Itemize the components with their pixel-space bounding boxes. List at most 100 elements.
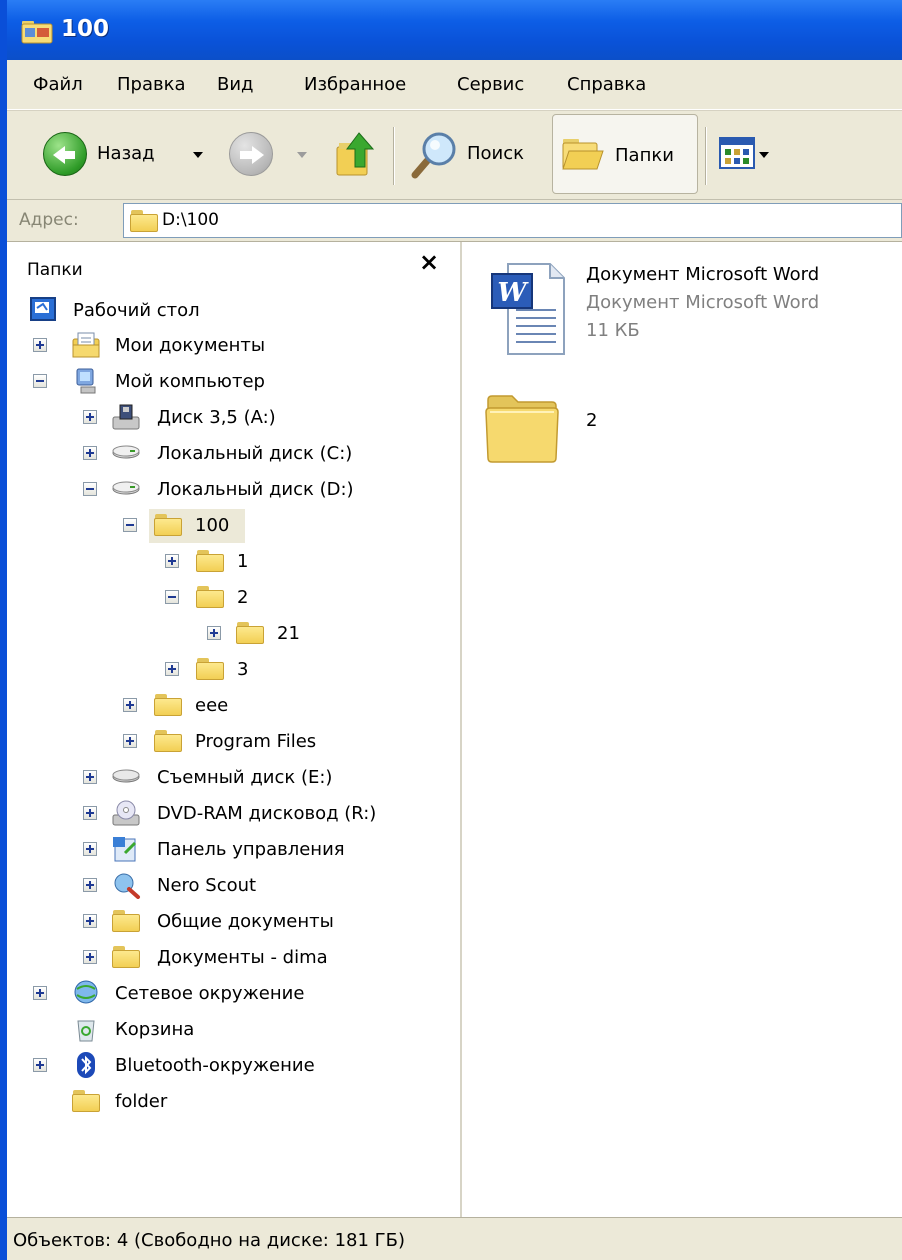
tree-item-label: Документы - dima xyxy=(157,947,328,968)
folder-icon xyxy=(112,946,140,968)
network-icon xyxy=(71,979,101,1007)
tree-item-label: 100 xyxy=(195,515,230,536)
expand-icon[interactable] xyxy=(83,914,97,928)
recycle-bin-icon xyxy=(71,1015,101,1043)
views-dropdown-icon[interactable] xyxy=(759,152,769,158)
file-name: Документ Microsoft Word xyxy=(586,264,820,285)
views-icon xyxy=(719,137,755,169)
tree-item[interactable]: Корзина xyxy=(7,1012,457,1048)
collapse-icon[interactable] xyxy=(33,374,47,388)
status-text: Объектов: 4 (Свободно на диске: 181 ГБ) xyxy=(13,1230,405,1251)
expand-icon[interactable] xyxy=(123,734,137,748)
expand-icon[interactable] xyxy=(83,806,97,820)
folders-icon xyxy=(562,139,604,170)
expand-icon[interactable] xyxy=(83,770,97,784)
expand-icon[interactable] xyxy=(83,842,97,856)
my-documents-icon xyxy=(71,331,101,359)
folder-icon xyxy=(485,395,559,463)
folder-icon xyxy=(154,730,182,752)
folder-icon xyxy=(72,1090,100,1112)
collapse-icon[interactable] xyxy=(83,482,97,496)
back-button-label: Назад xyxy=(97,143,155,164)
tree-item-label: Мои документы xyxy=(115,335,266,356)
explorer-window: 100 Файл Правка Вид Избранное Сервис Спр… xyxy=(0,0,902,1260)
menu-file[interactable]: Файл xyxy=(33,74,83,95)
address-input[interactable]: D:\100 xyxy=(123,203,902,238)
folders-pane: Папки × Рабочий стол Мои документы Мой ком… xyxy=(7,242,462,1217)
tree-item[interactable]: Диск 3,5 (A:) xyxy=(7,400,457,436)
tree-item[interactable]: eee xyxy=(7,688,457,724)
up-folder-icon[interactable] xyxy=(333,129,379,179)
address-value: D:\100 xyxy=(162,210,219,230)
tree-item[interactable]: Панель управления xyxy=(7,832,457,868)
tree-item[interactable]: Рабочий стол xyxy=(7,293,457,329)
file-size: 11 КБ xyxy=(586,320,640,341)
tree-item[interactable]: Съемный диск (E:) xyxy=(7,760,457,796)
tree-item-label: 21 xyxy=(277,623,300,644)
expand-icon[interactable] xyxy=(207,626,221,640)
tree-item[interactable]: Документы - dima xyxy=(7,940,457,976)
expand-icon[interactable] xyxy=(83,446,97,460)
tree-item-label: Съемный диск (E:) xyxy=(157,767,333,788)
folder-icon xyxy=(154,694,182,716)
menu-help[interactable]: Справка xyxy=(567,74,646,95)
my-computer-icon xyxy=(71,367,101,395)
folder-icon xyxy=(196,586,224,608)
tree-item[interactable]: DVD-RAM дисковод (R:) xyxy=(7,796,457,832)
expand-icon[interactable] xyxy=(33,1058,47,1072)
tree-item[interactable]: Nero Scout xyxy=(7,868,457,904)
tree-item[interactable]: folder xyxy=(7,1084,457,1120)
menu-view[interactable]: Вид xyxy=(217,74,254,95)
window-title: 100 xyxy=(61,16,110,42)
tree-item[interactable]: Program Files xyxy=(7,724,457,760)
menu-favorites[interactable]: Избранное xyxy=(304,74,406,95)
expand-icon[interactable] xyxy=(33,986,47,1000)
tree-item[interactable]: Локальный диск (D:) xyxy=(7,472,457,508)
tree-item[interactable]: 1 xyxy=(7,544,457,580)
expand-icon[interactable] xyxy=(83,410,97,424)
tree-item-label: Диск 3,5 (A:) xyxy=(157,407,276,428)
hard-drive-icon xyxy=(111,475,141,503)
tree-item[interactable]: 100 xyxy=(7,508,457,544)
tree-item[interactable]: 21 xyxy=(7,616,457,652)
desktop-icon xyxy=(29,296,59,324)
tree-item-label: folder xyxy=(115,1091,168,1112)
folder-open-icon xyxy=(154,514,182,536)
menu-edit[interactable]: Правка xyxy=(117,74,186,95)
tree-item[interactable]: Сетевое окружение xyxy=(7,976,457,1012)
tree-item-label: 2 xyxy=(237,587,249,608)
forward-dropdown-icon[interactable] xyxy=(297,152,307,158)
collapse-icon[interactable] xyxy=(165,590,179,604)
search-icon xyxy=(411,132,456,179)
folders-button[interactable]: Папки xyxy=(552,114,698,194)
address-label: Адрес: xyxy=(19,210,79,230)
collapse-icon[interactable] xyxy=(123,518,137,532)
folder-window-icon xyxy=(21,21,53,44)
expand-icon[interactable] xyxy=(165,554,179,568)
floppy-drive-icon xyxy=(111,403,141,431)
tree-item-label: Локальный диск (D:) xyxy=(157,479,354,500)
title-bar[interactable]: 100 xyxy=(7,0,902,60)
expand-icon[interactable] xyxy=(123,698,137,712)
back-dropdown-icon[interactable] xyxy=(193,152,203,158)
tree-item[interactable]: Локальный диск (C:) xyxy=(7,436,457,472)
svg-text:W: W xyxy=(497,278,529,308)
close-icon[interactable]: × xyxy=(419,248,439,276)
expand-icon[interactable] xyxy=(83,878,97,892)
tree-item[interactable]: Мои документы xyxy=(7,328,457,364)
menu-tools[interactable]: Сервис xyxy=(457,74,524,95)
tree-item[interactable]: 2 xyxy=(7,580,457,616)
tree-item[interactable]: Bluetooth-окружение xyxy=(7,1048,457,1084)
forward-arrow-icon xyxy=(229,132,273,176)
menu-bar: Файл Правка Вид Избранное Сервис Справка xyxy=(7,60,902,110)
folder-icon xyxy=(236,622,264,644)
file-name: 2 xyxy=(586,410,598,431)
folder-icon xyxy=(196,550,224,572)
tree-item[interactable]: Общие документы xyxy=(7,904,457,940)
tree-item[interactable]: Мой компьютер xyxy=(7,364,457,400)
expand-icon[interactable] xyxy=(83,950,97,964)
expand-icon[interactable] xyxy=(33,338,47,352)
expand-icon[interactable] xyxy=(165,662,179,676)
removable-drive-icon xyxy=(111,763,141,791)
tree-item[interactable]: 3 xyxy=(7,652,457,688)
